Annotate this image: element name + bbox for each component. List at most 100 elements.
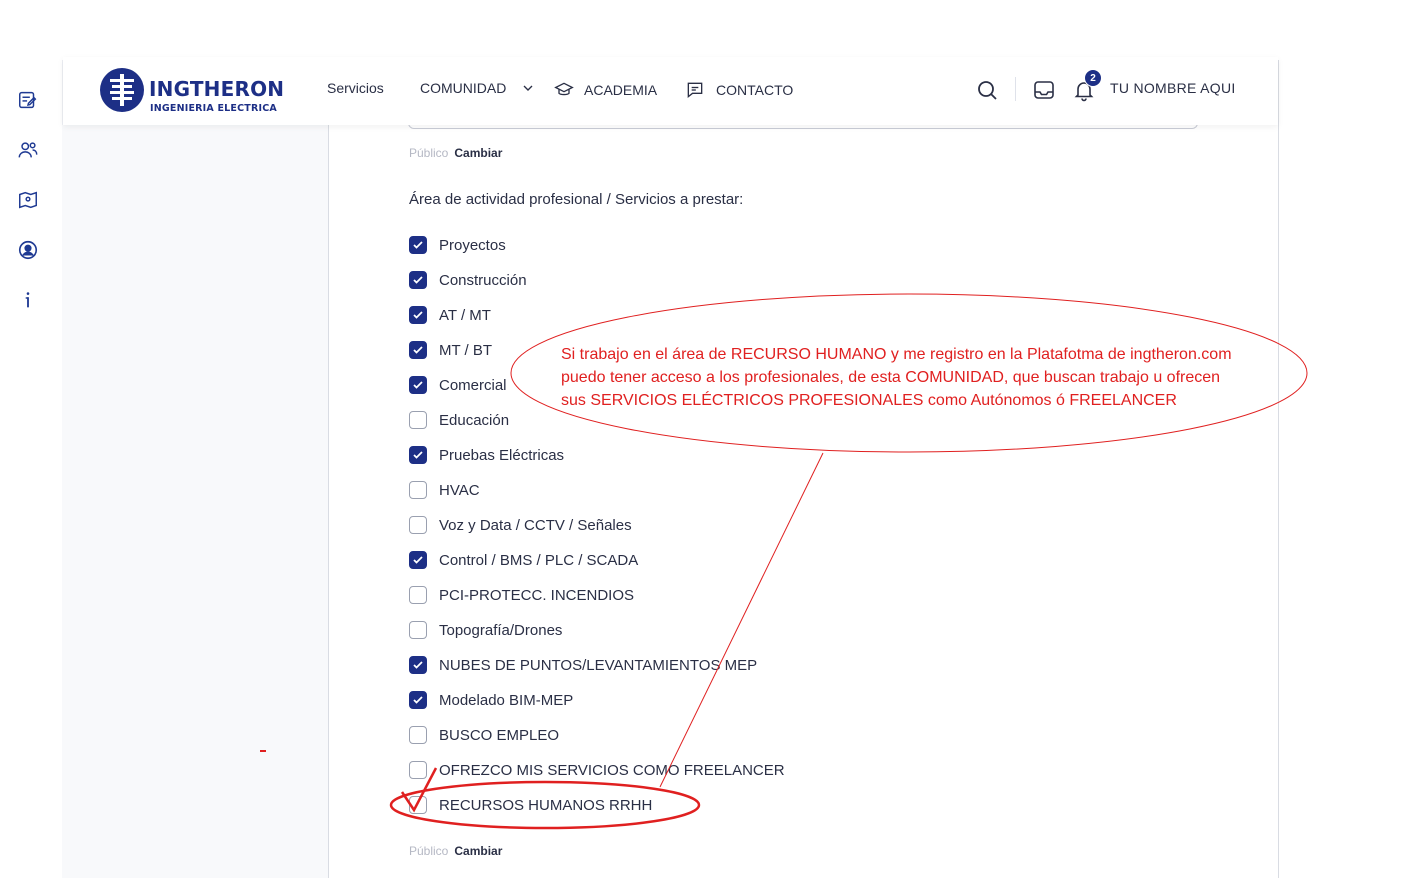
option-label: RECURSOS HUMANOS RRHH xyxy=(439,796,653,814)
option-checkbox[interactable] xyxy=(409,586,427,604)
nav-comunidad-label: COMUNIDAD xyxy=(420,80,507,96)
users-icon[interactable] xyxy=(16,138,40,162)
check-icon xyxy=(413,451,423,459)
option-label: NUBES DE PUNTOS/LEVANTAMIENTOS MEP xyxy=(439,656,758,674)
visibility-scope: Público xyxy=(409,844,449,858)
option-label: PCI-PROTECC. INCENDIOS xyxy=(439,586,635,604)
option-checkbox[interactable] xyxy=(409,411,427,429)
nav-servicios[interactable]: Servicios xyxy=(327,80,384,96)
option-row[interactable]: Topografía/Drones xyxy=(409,619,562,641)
visibility-bottom: Público Cambiar xyxy=(409,844,502,858)
option-row[interactable]: RECURSOS HUMANOS RRHH xyxy=(409,794,652,816)
check-icon xyxy=(413,241,423,249)
chat-icon xyxy=(687,82,703,99)
option-row[interactable]: OFREZCO MIS SERVICIOS COMO FREELANCER xyxy=(409,759,785,781)
inbox-icon[interactable] xyxy=(1032,78,1056,102)
option-row[interactable]: Construcción xyxy=(409,269,527,291)
map-icon[interactable] xyxy=(16,188,40,212)
option-checkbox[interactable] xyxy=(409,376,427,394)
option-row[interactable]: Pruebas Eléctricas xyxy=(409,444,564,466)
check-icon xyxy=(413,556,423,564)
option-row[interactable]: HVAC xyxy=(409,479,480,501)
option-checkbox[interactable] xyxy=(409,761,427,779)
option-checkbox[interactable] xyxy=(409,306,427,324)
option-label: Topografía/Drones xyxy=(439,621,563,639)
option-label: Comercial xyxy=(439,376,507,394)
check-icon xyxy=(413,696,423,704)
search-icon[interactable] xyxy=(975,78,999,102)
option-checkbox[interactable] xyxy=(409,236,427,254)
left-panel xyxy=(62,125,328,878)
option-label: MT / BT xyxy=(439,341,493,359)
annotation-line-2: puedo tener acceso a los profesionales, … xyxy=(561,369,1221,386)
visibility-scope: Público xyxy=(409,146,449,160)
nav-contacto-label: CONTACTO xyxy=(716,82,794,98)
user-name[interactable]: TU NOMBRE AQUI xyxy=(1110,80,1236,96)
check-icon xyxy=(413,311,423,319)
option-row[interactable]: Educación xyxy=(409,409,509,431)
visibility-top: Público Cambiar xyxy=(409,146,502,160)
check-icon xyxy=(413,661,423,669)
option-checkbox[interactable] xyxy=(409,446,427,464)
chevron-down-icon xyxy=(523,85,533,91)
edit-list-icon[interactable] xyxy=(16,88,40,112)
left-icon-rail xyxy=(0,60,62,878)
visibility-change-link[interactable]: Cambiar xyxy=(454,146,502,160)
section-label: Área de actividad profesional / Servicio… xyxy=(409,191,744,208)
option-label: Pruebas Eléctricas xyxy=(439,446,565,464)
brand-logo[interactable]: INGTHERON INGENIERIA ELECTRICA xyxy=(99,67,289,115)
notification-badge: 2 xyxy=(1084,69,1102,87)
option-row[interactable]: Voz y Data / CCTV / Señales xyxy=(409,514,632,536)
top-header: INGTHERON INGENIERIA ELECTRICA Servicios… xyxy=(63,57,1278,125)
option-checkbox[interactable] xyxy=(409,726,427,744)
check-icon xyxy=(413,346,423,354)
option-checkbox[interactable] xyxy=(409,796,427,814)
option-label: Proyectos xyxy=(439,236,506,254)
option-checkbox[interactable] xyxy=(409,691,427,709)
option-label: Educación xyxy=(439,411,510,429)
check-icon xyxy=(413,381,423,389)
option-checkbox[interactable] xyxy=(409,271,427,289)
option-label: Modelado BIM-MEP xyxy=(439,691,574,709)
option-row[interactable]: Proyectos xyxy=(409,234,506,256)
check-icon xyxy=(413,276,423,284)
option-label: OFREZCO MIS SERVICIOS COMO FREELANCER xyxy=(439,761,785,779)
option-checkbox[interactable] xyxy=(409,656,427,674)
option-checkbox[interactable] xyxy=(409,481,427,499)
annotation-line-3: sus SERVICIOS ELÉCTRICOS PROFESIONALES c… xyxy=(561,392,1177,409)
option-checkbox[interactable] xyxy=(409,621,427,639)
option-row[interactable]: AT / MT xyxy=(409,304,491,326)
brand-subtitle: INGENIERIA ELECTRICA xyxy=(150,103,277,114)
option-row[interactable]: Control / BMS / PLC / SCADA xyxy=(409,549,638,571)
user-circle-icon[interactable] xyxy=(16,238,40,262)
option-row[interactable]: Modelado BIM-MEP xyxy=(409,689,573,711)
ingtheron-logo-icon xyxy=(100,68,144,112)
header-divider xyxy=(1015,77,1016,101)
nav-comunidad[interactable]: COMUNIDAD xyxy=(420,80,536,96)
option-row[interactable]: PCI-PROTECC. INCENDIOS xyxy=(409,584,634,606)
graduation-cap-icon xyxy=(554,82,574,96)
annotation-line-1: Si trabajo en el área de RECURSO HUMANO … xyxy=(561,346,1232,363)
visibility-change-link[interactable]: Cambiar xyxy=(454,844,502,858)
option-label: AT / MT xyxy=(439,306,491,324)
brand-title: INGTHERON xyxy=(149,77,285,101)
option-checkbox[interactable] xyxy=(409,551,427,569)
nav-servicios-label: Servicios xyxy=(327,80,384,96)
option-label: HVAC xyxy=(439,481,480,499)
nav-academia[interactable]: ACADEMIA xyxy=(554,80,657,100)
option-label: Voz y Data / CCTV / Señales xyxy=(439,516,632,534)
info-icon[interactable] xyxy=(16,288,40,312)
option-label: BUSCO EMPLEO xyxy=(439,726,560,744)
profile-form-card xyxy=(328,60,1279,878)
option-label: Control / BMS / PLC / SCADA xyxy=(439,551,639,569)
option-row[interactable]: NUBES DE PUNTOS/LEVANTAMIENTOS MEP xyxy=(409,654,757,676)
nav-contacto[interactable]: CONTACTO xyxy=(685,80,793,100)
option-row[interactable]: MT / BT xyxy=(409,339,492,361)
option-row[interactable]: Comercial xyxy=(409,374,507,396)
option-checkbox[interactable] xyxy=(409,341,427,359)
option-label: Construcción xyxy=(439,271,527,289)
annotation-note: Si trabajo en el área de RECURSO HUMANO … xyxy=(561,343,1281,412)
option-checkbox[interactable] xyxy=(409,516,427,534)
annotation-dash xyxy=(260,750,266,752)
option-row[interactable]: BUSCO EMPLEO xyxy=(409,724,559,746)
